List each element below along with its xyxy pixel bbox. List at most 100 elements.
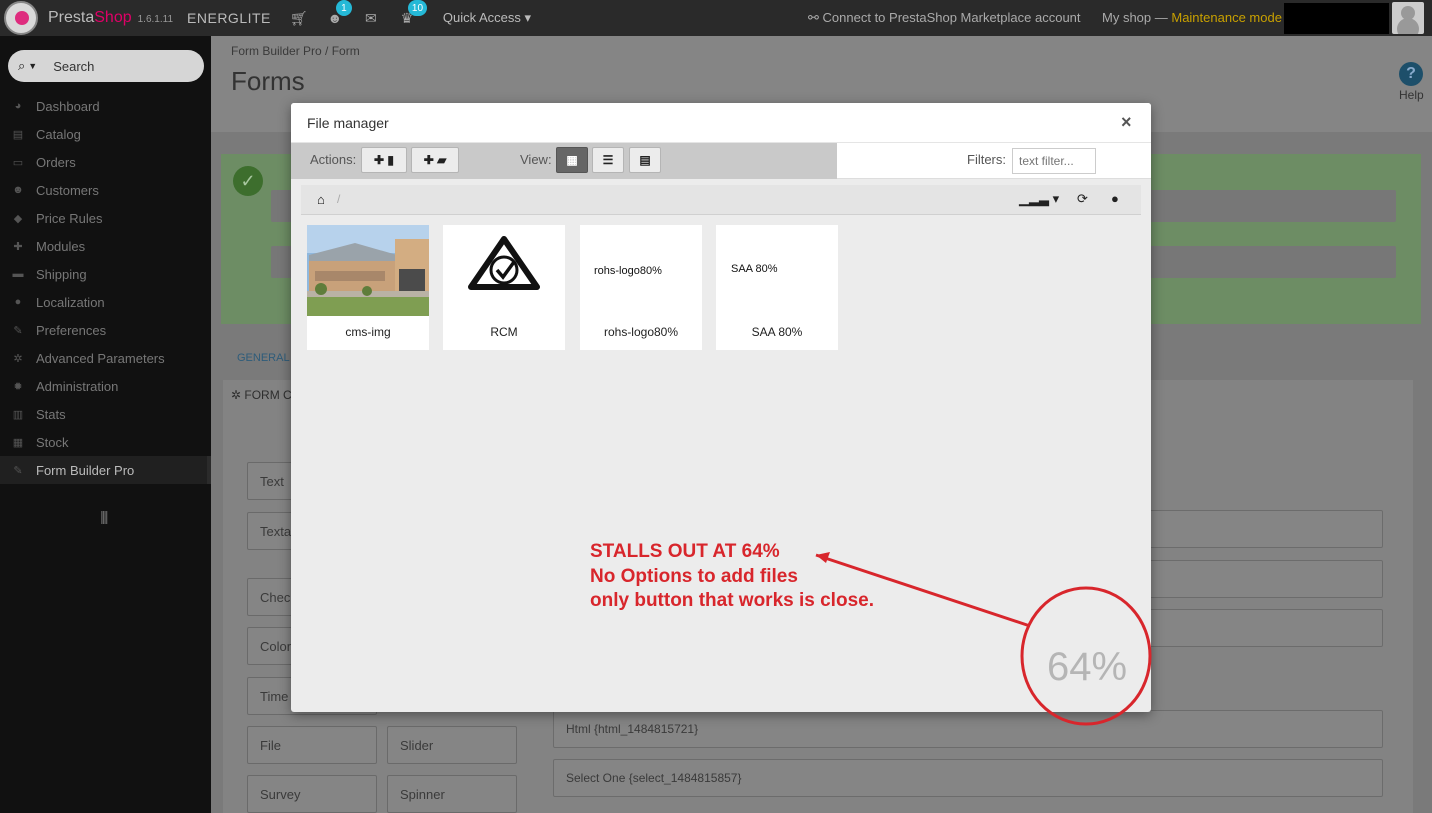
dashboard-icon: ◕ xyxy=(14,100,22,112)
sidebar-search[interactable]: ⌕ ▼ Search xyxy=(8,50,204,82)
file-thumb-rohs-logo80[interactable]: rohs-logo80% rohs-logo80% xyxy=(580,225,702,350)
customers-badge: 1 xyxy=(335,0,352,16)
file-name: RCM xyxy=(490,325,518,339)
cog-icon: ✹ xyxy=(13,380,23,393)
home-icon[interactable]: ⌂ xyxy=(317,192,325,207)
employee-avatar[interactable] xyxy=(1392,2,1424,34)
new-folder-button[interactable]: ✚ ▰ xyxy=(411,147,459,173)
sidebar-item-dashboard[interactable]: ◕ Dashboard xyxy=(0,92,211,120)
cogs-icon: ✲ xyxy=(231,388,245,402)
tab-general[interactable]: GENERAL xyxy=(237,352,290,364)
sidebar-item-shipping[interactable]: ▬ Shipping xyxy=(0,260,211,288)
help-button[interactable]: ? Help xyxy=(1399,62,1424,102)
sidebar-item-localization[interactable]: ● Localization xyxy=(0,288,211,316)
columns-icon: ▤ xyxy=(639,153,651,167)
brand-name: PrestaShop 1.6.1.11 xyxy=(48,9,173,27)
toolbar-left: Actions: ✚ ▮ ✚ ▰ View: ▦ ☰ ▤ xyxy=(291,143,837,179)
plus-file-icon: ✚ ▮ xyxy=(374,153,394,167)
plug-icon: ⚯ xyxy=(808,10,819,25)
annotation-line-3: only button that works is close. xyxy=(590,590,874,611)
envelope-icon[interactable]: ✉ xyxy=(363,10,379,26)
collapse-menu-icon[interactable]: |||| xyxy=(100,508,108,524)
sort-menu-icon[interactable]: ▁▂▃ ▾ xyxy=(1019,191,1059,207)
my-shop-label: My shop — xyxy=(1102,10,1172,25)
columns-view-button[interactable]: ▤ xyxy=(629,147,661,173)
toolbar-right: Filters: xyxy=(837,143,1151,179)
sidebar-item-form-builder-pro[interactable]: ✎ Form Builder Pro xyxy=(0,456,211,484)
sidebar-item-stats[interactable]: ▥ Stats xyxy=(0,400,211,428)
sidebar-item-preferences[interactable]: ✎ Preferences xyxy=(0,316,211,344)
chevron-down-icon[interactable]: ▼ xyxy=(28,61,37,71)
search-input[interactable]: Search xyxy=(53,59,94,74)
sidebar-item-advanced-parameters[interactable]: ✲ Advanced Parameters xyxy=(0,344,211,372)
sidebar-item-label: Stock xyxy=(36,434,69,450)
help-label: Help xyxy=(1399,88,1424,102)
sidebar-item-label: Form Builder Pro xyxy=(36,462,135,478)
sidebar-item-modules[interactable]: ✚ Modules xyxy=(0,232,211,260)
page-title: Forms xyxy=(231,66,305,96)
trophy-icon[interactable]: ♛ 10 xyxy=(399,0,428,26)
sidebar-item-label: Advanced Parameters xyxy=(36,350,165,366)
sidebar-item-catalog[interactable]: ▤ Catalog xyxy=(0,120,211,148)
search-icon[interactable]: ⌕ xyxy=(18,58,25,74)
sidebar-menu: ◕ Dashboard ▤ Catalog ▭ Orders ☻ Customers ◆ Pric… xyxy=(0,92,211,484)
sidebar-item-label: Localization xyxy=(36,294,105,310)
rcm-logo-icon xyxy=(468,236,540,290)
customers-icon[interactable]: ☻ 1 xyxy=(327,0,352,26)
shop-name[interactable]: ENERGLITE xyxy=(187,10,271,26)
sidebar-item-label: Modules xyxy=(36,238,86,254)
text-filter-input[interactable] xyxy=(1012,148,1096,174)
brand-version: 1.6.1.11 xyxy=(137,14,174,25)
truck-icon: ▬ xyxy=(12,268,24,280)
form-field-row-html[interactable]: Html {html_1484815721} xyxy=(553,710,1383,748)
upload-file-button[interactable]: ✚ ▮ xyxy=(361,147,407,173)
marketplace-connect-link[interactable]: ⚯ Connect to PrestaShop Marketplace acco… xyxy=(808,10,1081,26)
cart-icon[interactable]: 🛒︎ xyxy=(290,10,308,26)
close-button[interactable]: × xyxy=(1121,112,1132,133)
help-circle-icon[interactable]: ● xyxy=(1111,191,1119,206)
breadcrumb[interactable]: Form Builder Pro / Form xyxy=(231,44,360,58)
caret-down-icon: ▾ xyxy=(524,10,532,25)
sidebar-item-price-rules[interactable]: ◆ Price Rules xyxy=(0,204,211,232)
form-field-row-select[interactable]: Select One {select_1484815857} xyxy=(553,759,1383,797)
quick-access-menu[interactable]: Quick Access ▾ xyxy=(443,10,531,26)
sidebar-item-orders[interactable]: ▭ Orders xyxy=(0,148,211,176)
refresh-icon[interactable]: ⟳ xyxy=(1077,191,1088,207)
sidebar-item-label: Catalog xyxy=(36,126,81,142)
element-spinner[interactable]: Spinner xyxy=(387,775,517,813)
sidebar-item-label: Shipping xyxy=(36,266,87,282)
users-icon: ☻ xyxy=(12,184,24,196)
list-view-button[interactable]: ☰ xyxy=(592,147,624,173)
element-slider[interactable]: Slider xyxy=(387,726,517,764)
element-survey[interactable]: Survey xyxy=(247,775,377,813)
sidebar-item-label: Customers xyxy=(36,182,99,198)
broken-image-alt: SAA 80% xyxy=(731,263,778,275)
my-shop-link[interactable]: My shop — Maintenance mode xyxy=(1102,10,1282,25)
sidebar-item-stock[interactable]: ▦ Stock xyxy=(0,428,211,456)
file-name: SAA 80% xyxy=(751,325,803,339)
path-separator: / xyxy=(337,192,341,206)
sidebar-item-administration[interactable]: ✹ Administration xyxy=(0,372,211,400)
check-circle-icon: ✓ xyxy=(233,166,263,196)
puzzle-icon: ✚ xyxy=(13,240,23,253)
sidebar-item-customers[interactable]: ☻ Customers xyxy=(0,176,211,204)
annotation-line-2: No Options to add files xyxy=(590,565,798,587)
question-icon: ? xyxy=(1399,62,1423,86)
file-thumb-rcm[interactable]: RCM xyxy=(443,225,565,350)
modal-title: File manager xyxy=(307,115,389,131)
file-manager-toolbar: Actions: ✚ ▮ ✚ ▰ View: ▦ ☰ ▤ Filters: xyxy=(291,143,1151,179)
sidebar: ⌕ ▼ Search ◕ Dashboard ▤ Catalog ▭ Orders ☻ Cus… xyxy=(0,36,211,813)
sidebar-item-label: Preferences xyxy=(36,322,107,338)
archive-icon: ▦ xyxy=(12,436,24,449)
element-file[interactable]: File xyxy=(247,726,377,764)
maintenance-mode-label: Maintenance mode xyxy=(1171,10,1282,25)
file-thumb-saa-80[interactable]: SAA 80% SAA 80% xyxy=(716,225,838,350)
file-thumb-cms-img[interactable]: cms-img xyxy=(307,225,429,350)
quick-access-label: Quick Access xyxy=(442,10,521,25)
grid-view-button[interactable]: ▦ xyxy=(556,147,588,173)
prestashop-logo[interactable] xyxy=(4,1,38,35)
sidebar-item-label: Administration xyxy=(36,378,119,394)
sidebar-item-label: Stats xyxy=(36,406,66,422)
building-image xyxy=(307,225,429,316)
trophy-badge: 10 xyxy=(407,0,428,16)
